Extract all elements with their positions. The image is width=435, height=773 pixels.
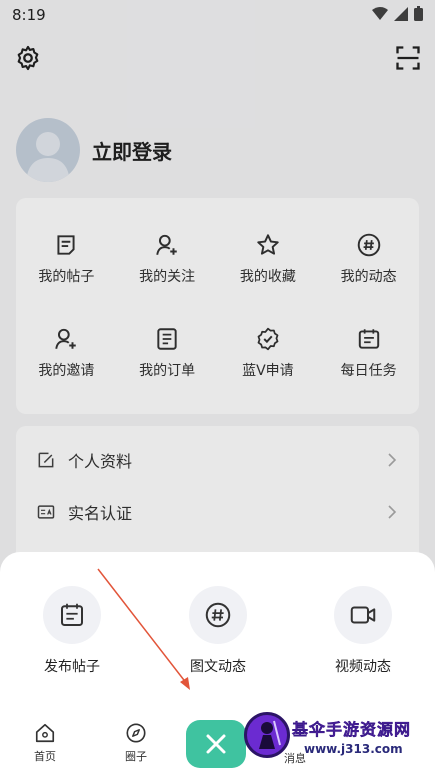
watermark-title: 基伞手游资源网 [292, 720, 412, 739]
watermark-url: www.j313.com [304, 742, 403, 756]
tab-circle[interactable]: 圈子 [111, 722, 161, 764]
home-icon [35, 723, 55, 743]
tab-home[interactable]: 首页 [20, 722, 70, 764]
tab-label-messages[interactable]: 消息 [284, 750, 306, 766]
close-publish-button[interactable] [186, 720, 246, 768]
annotation-arrow [97, 568, 190, 690]
watermark-figure-icon [259, 720, 281, 749]
tab-label: 首页 [34, 750, 56, 763]
tab-label: 圈子 [125, 750, 147, 763]
compass-icon [126, 723, 146, 743]
watermark-logo: 消息 基伞手游资源网 www.j313.com [244, 712, 435, 773]
close-icon [206, 734, 226, 754]
